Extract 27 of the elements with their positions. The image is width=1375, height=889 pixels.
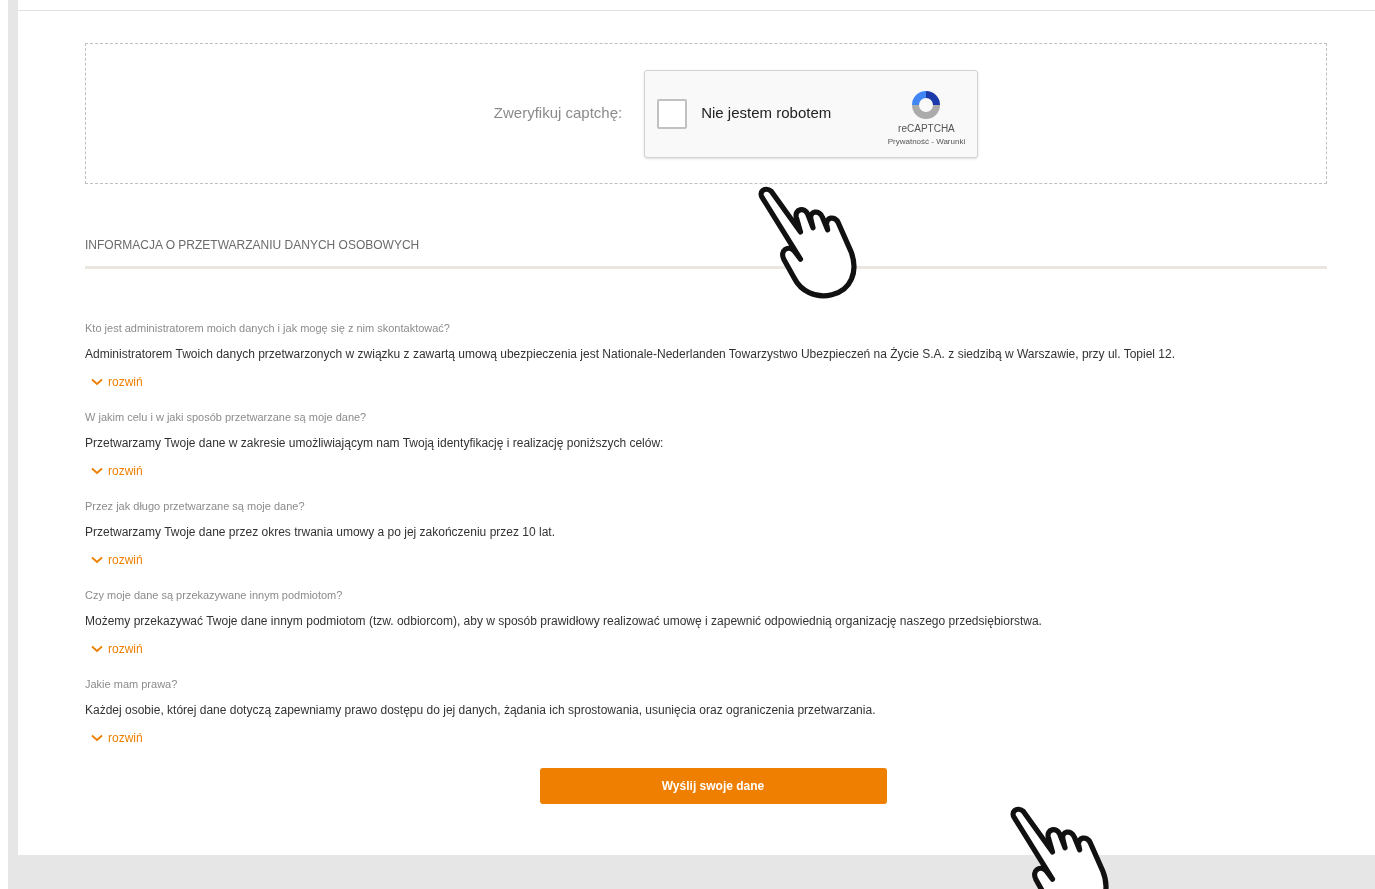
chevron-icon	[91, 378, 103, 386]
chevron-icon	[91, 645, 103, 653]
faq-question: Kto jest administratorem moich danych i jak mogę się z nim skontaktować?	[85, 321, 451, 335]
chevron-icon	[91, 734, 103, 742]
submit-button[interactable]: Wyślij swoje dane	[539, 768, 887, 804]
recaptcha-links[interactable]: Prywatność - Warunki	[887, 135, 966, 148]
faq-question: Jakie mam prawa?	[85, 677, 179, 691]
expand-link[interactable]: rozwiń	[91, 462, 143, 480]
faq-answer: Każdej osobie, której dane dotyczą zapewniamy prawo dostępu do jej danych, żądania ich sprostowania, usunięcia oraz ograniczenia przetwarzania.	[85, 702, 877, 719]
chevron-icon	[91, 467, 103, 475]
faq-answer: Administratorem Twoich danych przetwarzonych w związku z zawartą umową ubezpieczenia jest Nationale-Nederlanden Towarzystwo Ubezpieczeń na Życie S.A. z siedzibą w Warszawie, przy ul. Topiel 12.	[85, 346, 1177, 363]
faq-question: Czy moje dane są przekazywane innym podmiotom?	[85, 588, 344, 602]
captcha-text: Nie jestem robotem	[701, 103, 833, 124]
faq-question: W jakim celu i w jaki sposób przetwarzane są moje dane?	[85, 410, 368, 424]
faq-answer: Przetwarzamy Twoje dane przez okres trwania umowy a po jej zakończeniu przez 10 lat.	[85, 524, 556, 541]
faq-question: Przez jak długo przetwarzane są moje dane?	[85, 499, 306, 513]
captcha-checkbox[interactable]	[657, 98, 688, 129]
faq-answer: Przetwarzamy Twoje dane w zakresie umożliwiającym nam Twoją identyfikację i realizację poniższych celów:	[85, 435, 665, 452]
faq-answer: Możemy przekazywać Twoje dane innym podmiotom (tzw. odbiorcom), aby w sposób prawidłowy realizować umowę i zapewnić odpowiednią organizację naszego przedsiębiorstwa.	[85, 613, 1043, 630]
expand-link[interactable]: rozwiń	[91, 640, 143, 658]
section-title: INFORMACJA O PRZETWARZANIU DANYCH OSOBOWYCH	[85, 237, 421, 254]
expand-link[interactable]: rozwiń	[91, 551, 143, 569]
chevron-icon	[91, 556, 103, 564]
captcha-label: Zweryfikuj captchę:	[493, 103, 623, 124]
recaptcha-brand: reCAPTCHA	[898, 121, 955, 136]
expand-link[interactable]: rozwiń	[91, 729, 143, 747]
expand-link[interactable]: rozwiń	[91, 373, 143, 391]
